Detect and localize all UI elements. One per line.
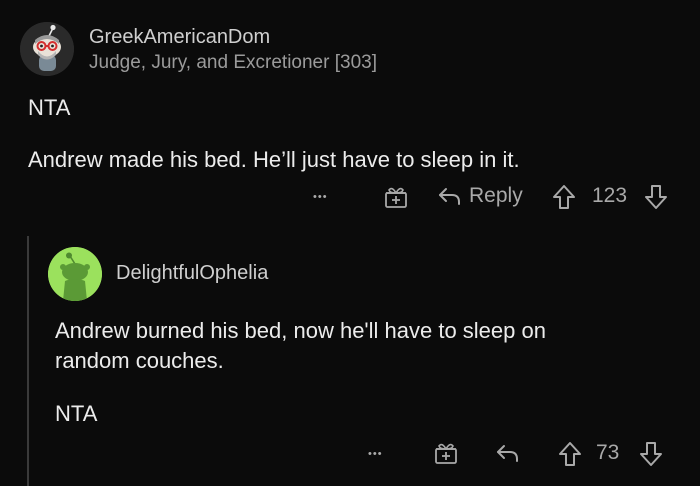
comment-username[interactable]: GreekAmericanDom <box>89 26 270 49</box>
more-options-icon: ••• <box>313 191 328 203</box>
thread-line[interactable] <box>27 236 29 486</box>
downvote-button[interactable] <box>643 183 669 211</box>
more-options-button[interactable]: ••• <box>368 441 383 467</box>
snoo-avatar-icon <box>20 22 74 76</box>
downvote-arrow-icon <box>640 442 662 466</box>
reply-body-line: NTA <box>55 401 98 426</box>
upvote-button[interactable] <box>551 183 577 211</box>
reply-label: Reply <box>469 184 523 207</box>
vote-score: 73 <box>596 441 620 464</box>
comment-body-line: NTA <box>28 95 71 120</box>
upvote-arrow-icon <box>559 442 581 466</box>
user-avatar[interactable] <box>20 22 74 76</box>
award-button[interactable] <box>433 440 459 466</box>
award-button[interactable] <box>383 184 409 210</box>
reply-body-line: Andrew burned his bed, now he'll have to… <box>55 318 546 343</box>
reply-button[interactable]: Reply <box>437 183 523 209</box>
upvote-button[interactable] <box>557 440 583 468</box>
comment-body-line: Andrew made his bed. He’ll just have to … <box>28 147 520 172</box>
reply-arrow-icon <box>497 445 518 462</box>
vote-score: 123 <box>592 184 628 207</box>
gift-award-icon <box>385 187 407 208</box>
reply-username[interactable]: DelightfulOphelia <box>116 262 268 285</box>
user-flair: Judge, Jury, and Excretioner [303] <box>89 52 377 73</box>
upvote-arrow-icon <box>553 185 575 209</box>
reply-avatar[interactable] <box>48 247 102 301</box>
more-options-button[interactable]: ••• <box>313 184 328 210</box>
reply-arrow-icon <box>439 188 460 205</box>
gift-award-icon <box>435 443 457 464</box>
downvote-arrow-icon <box>645 185 667 209</box>
downvote-button[interactable] <box>638 440 664 468</box>
reply-body-line: random couches. <box>55 348 224 373</box>
snoo-avatar-icon <box>48 247 102 301</box>
more-options-icon: ••• <box>368 448 383 460</box>
reply-button[interactable] <box>495 440 521 466</box>
